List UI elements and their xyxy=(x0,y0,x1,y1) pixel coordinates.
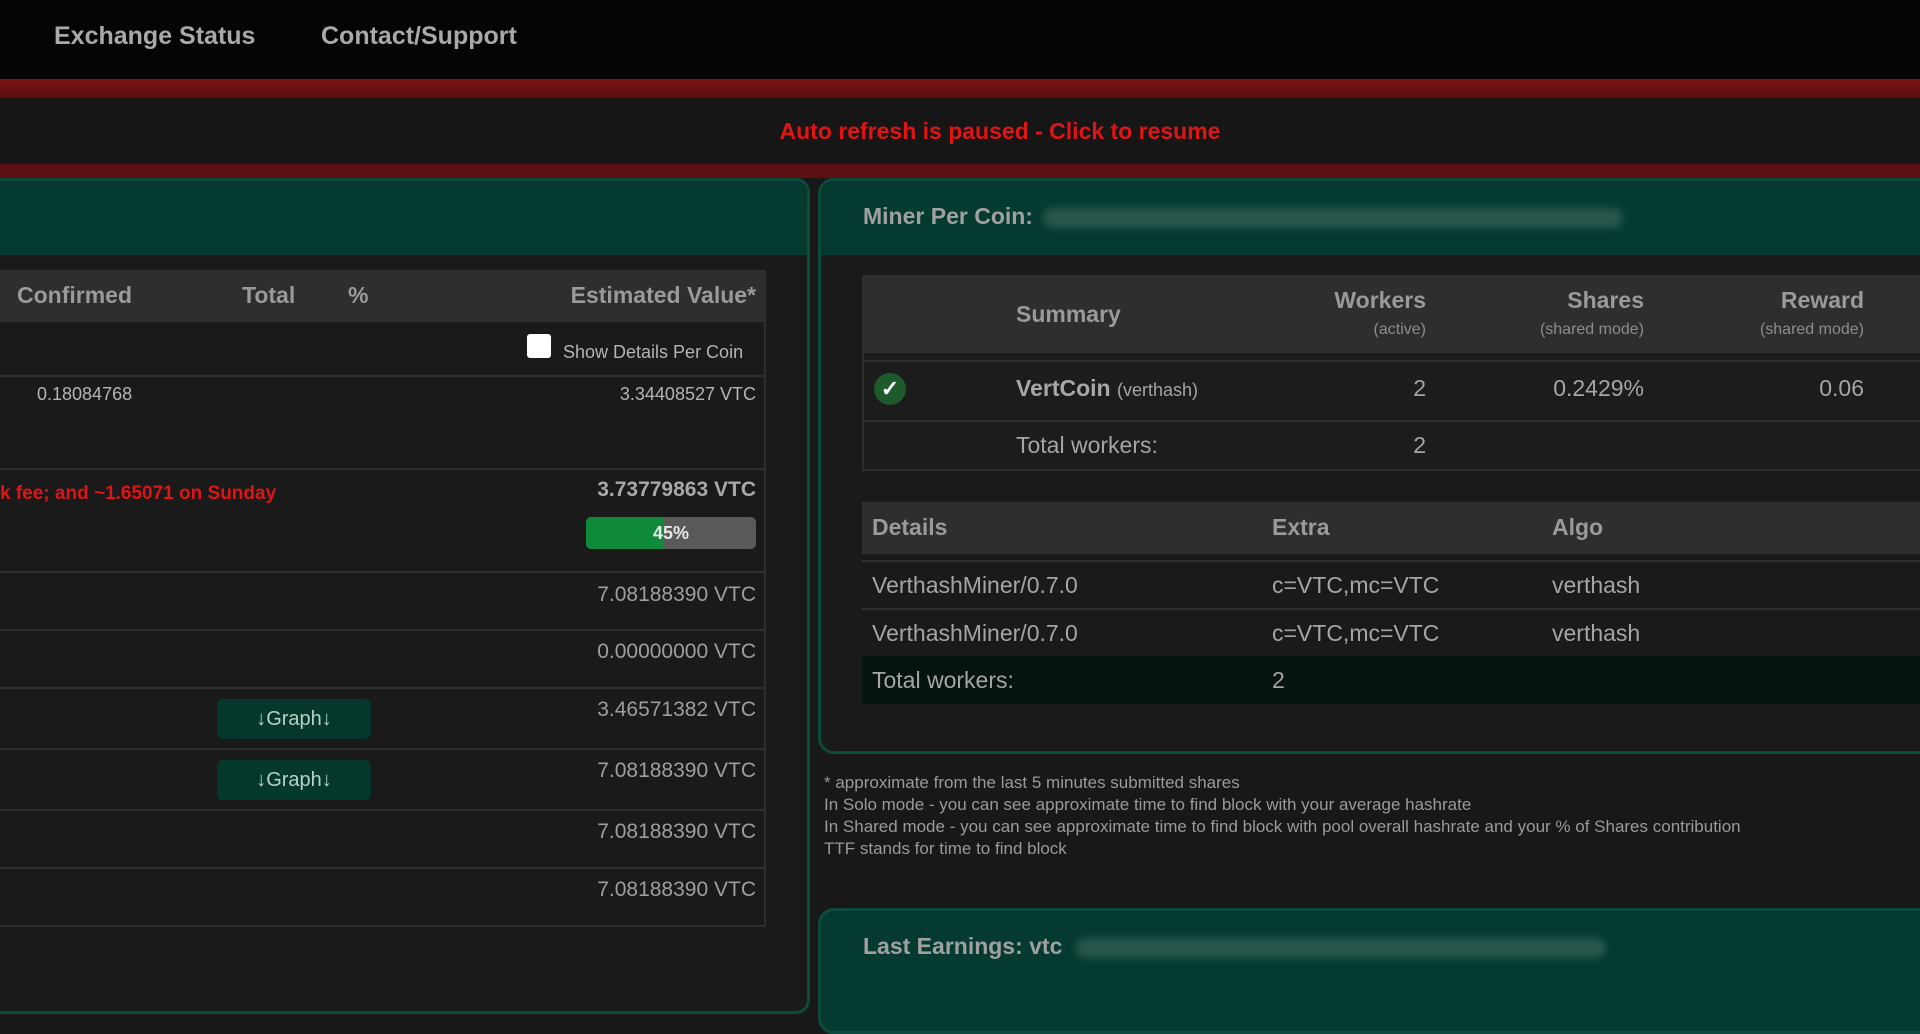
row-divider xyxy=(0,468,766,470)
miner-panel-title: Miner Per Coin: xyxy=(863,203,1033,229)
worker-details: VerthashMiner/0.7.0 xyxy=(872,572,1078,598)
miner-summary-table: Summary Workers (active) Shares (shared … xyxy=(862,275,1920,471)
row-divider xyxy=(0,809,766,811)
summary-table-header: Summary Workers (active) Shares (shared … xyxy=(864,277,1920,353)
divider-band-lower xyxy=(0,164,1920,178)
divider-band xyxy=(0,79,1920,98)
col-confirmed: Confirmed xyxy=(17,282,132,308)
miner-details-table: Details Extra Algo VerthashMiner/0.7.0 c… xyxy=(862,502,1920,704)
col-reward-sub: (shared mode) xyxy=(1759,321,1864,338)
row-divider xyxy=(0,925,766,927)
show-details-label: Show Details Per Coin xyxy=(563,342,744,362)
row-divider xyxy=(0,571,766,573)
show-details-checkbox[interactable] xyxy=(527,334,551,358)
footnote: In Shared mode - you can see approximate… xyxy=(824,817,1741,836)
details-table-header: Details Extra Algo xyxy=(862,502,1920,554)
balance-value: 3.46571382 VTC xyxy=(597,698,756,721)
payout-value: 3.73779863 VTC xyxy=(597,478,756,501)
col-reward: Reward xyxy=(1780,287,1864,313)
row-divider xyxy=(862,608,1920,610)
worker-extra: c=VTC,mc=VTC xyxy=(1272,572,1440,598)
coin-name-cell: VertCoin (verthash) xyxy=(1016,375,1198,402)
auto-refresh-notice[interactable]: Auto refresh is paused - Click to resume xyxy=(780,118,1221,145)
footnotes: * approximate from the last 5 minutes su… xyxy=(824,772,1741,860)
col-shares: Shares xyxy=(1567,287,1644,313)
check-circle-icon: ✓ xyxy=(874,373,906,405)
table-border xyxy=(764,270,766,926)
progress-label: 45% xyxy=(652,523,690,543)
balance-value: 0.00000000 VTC xyxy=(597,640,756,663)
balances-panel-header xyxy=(0,181,807,255)
coin-workers: 2 xyxy=(1413,375,1426,401)
row-divider xyxy=(864,420,1920,422)
coin-shares: 0.2429% xyxy=(1553,375,1644,401)
row-divider xyxy=(0,375,766,377)
payout-progress-bar: 45% xyxy=(586,517,756,549)
coin-estimated: 3.34408527 VTC xyxy=(619,384,756,404)
col-summary: Summary xyxy=(1016,301,1121,327)
row-divider xyxy=(864,360,1920,362)
summary-total-label: Total workers: xyxy=(1016,432,1158,458)
balance-value: 7.08188390 VTC xyxy=(597,583,756,606)
top-nav: Exchange Status Contact/Support xyxy=(0,0,1920,79)
col-shares-sub: (shared mode) xyxy=(1539,321,1644,338)
coin-name: VertCoin xyxy=(1016,375,1111,401)
worker-details: VerthashMiner/0.7.0 xyxy=(872,620,1078,646)
graph-button[interactable]: ↓Graph↓ xyxy=(217,699,371,739)
balances-table-header: Confirmed Total % Estimated Value* xyxy=(0,270,766,322)
summary-total-value: 2 xyxy=(1413,432,1426,458)
balance-value: 7.08188390 VTC xyxy=(597,759,756,782)
worker-algo: verthash xyxy=(1552,620,1641,646)
col-extra: Extra xyxy=(1272,514,1330,540)
refresh-bar[interactable]: Auto refresh is paused - Click to resume xyxy=(0,98,1920,164)
col-workers: Workers xyxy=(1334,287,1426,313)
col-estimated-value: Estimated Value* xyxy=(570,282,756,308)
miner-panel-header: Miner Per Coin: xyxy=(821,181,1920,255)
row-divider xyxy=(0,748,766,750)
last-earnings-title: Last Earnings: vtc xyxy=(863,933,1063,959)
row-divider xyxy=(0,629,766,631)
footnote: TTF stands for time to find block xyxy=(824,839,1067,858)
last-earnings-panel: Last Earnings: vtc xyxy=(818,908,1920,1034)
footnote: * approximate from the last 5 minutes su… xyxy=(824,773,1240,792)
col-workers-sub: (active) xyxy=(1373,321,1426,338)
worker-algo: verthash xyxy=(1552,572,1641,598)
coin-confirmed: 0.18084768 xyxy=(37,384,133,404)
col-details: Details xyxy=(872,514,948,540)
row-divider xyxy=(0,867,766,869)
nav-contact-support[interactable]: Contact/Support xyxy=(321,22,517,51)
graph-button[interactable]: ↓Graph↓ xyxy=(217,760,371,800)
coin-algo: (verthash) xyxy=(1116,380,1198,400)
details-total-label: Total workers: xyxy=(872,667,1014,693)
col-algo: Algo xyxy=(1552,514,1604,540)
nav-exchange-status[interactable]: Exchange Status xyxy=(54,22,255,51)
redacted-address xyxy=(1076,938,1606,958)
worker-extra: c=VTC,mc=VTC xyxy=(1272,620,1440,646)
details-total-row: Total workers: 2 xyxy=(862,656,1920,704)
row-divider xyxy=(862,560,1920,562)
details-total-value: 2 xyxy=(1272,667,1285,693)
footnote: In Solo mode - you can see approximate t… xyxy=(824,795,1472,814)
col-total: Total xyxy=(242,282,296,308)
col-percent: % xyxy=(348,282,369,308)
redacted-address xyxy=(1043,208,1623,228)
payout-fee-note: k fee; and ~1.65071 on Sunday xyxy=(0,483,277,504)
balance-value: 7.08188390 VTC xyxy=(597,820,756,843)
coin-reward: 0.06 xyxy=(1819,375,1864,401)
row-divider xyxy=(0,687,766,689)
balance-value: 7.08188390 VTC xyxy=(597,878,756,901)
